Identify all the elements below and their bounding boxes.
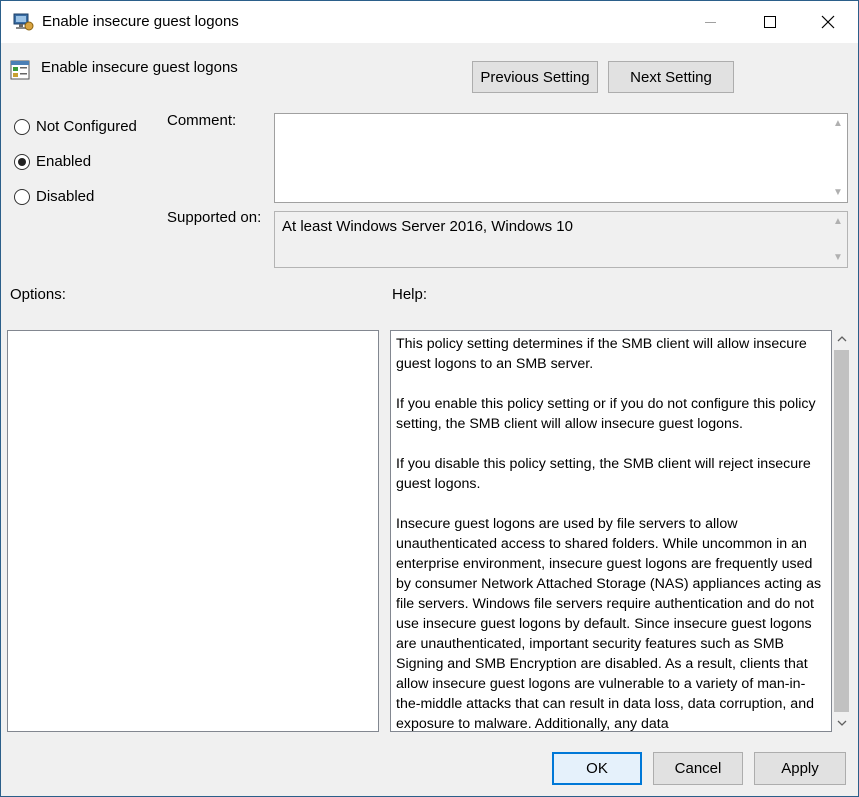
supported-on-value: At least Windows Server 2016, Windows 10 (282, 218, 573, 235)
scroll-down-button[interactable] (832, 714, 851, 732)
close-icon (821, 15, 835, 29)
maximize-button[interactable] (741, 1, 799, 43)
radio-enabled[interactable]: Enabled (14, 153, 91, 170)
scroll-thumb[interactable] (834, 350, 849, 712)
apply-button[interactable]: Apply (754, 752, 846, 785)
comment-label: Comment: (167, 112, 237, 129)
help-scrollbar[interactable] (832, 330, 851, 732)
cancel-button[interactable]: Cancel (653, 752, 743, 785)
scroll-up-icon[interactable]: ▲ (833, 118, 843, 129)
chevron-down-icon (837, 720, 846, 726)
help-label: Help: (392, 286, 428, 303)
scroll-down-icon[interactable]: ▼ (833, 252, 843, 263)
supported-scrollbar[interactable]: ▲ ▼ (829, 212, 847, 267)
radio-label: Enabled (36, 153, 92, 170)
minimize-icon (704, 21, 716, 23)
comment-textarea[interactable]: ▲ ▼ (274, 113, 848, 203)
chevron-up-icon (837, 336, 846, 342)
next-setting-button[interactable]: Next Setting (608, 61, 734, 93)
policy-dialog: Enable insecure guest logons Enable inse… (0, 0, 859, 797)
help-paragraph: Insecure guest logons are used by file s… (396, 516, 822, 732)
help-paragraph: This policy setting determines if the SM… (396, 336, 807, 372)
help-paragraph: If you enable this policy setting or if … (396, 396, 816, 432)
minimize-button[interactable] (681, 1, 739, 43)
supported-on-box: At least Windows Server 2016, Windows 10… (274, 211, 848, 268)
policy-app-icon (13, 13, 34, 31)
radio-label: Not Configured (36, 118, 137, 135)
scroll-up-icon[interactable]: ▲ (833, 216, 843, 227)
scroll-down-icon[interactable]: ▼ (833, 187, 843, 198)
previous-setting-button[interactable]: Previous Setting (472, 61, 598, 93)
help-paragraph: If you disable this policy setting, the … (396, 456, 811, 492)
options-label: Options: (10, 286, 66, 303)
radio-circle[interactable] (14, 118, 30, 135)
radio-selected-dot (18, 157, 26, 166)
help-panel[interactable]: This policy setting determines if the SM… (390, 330, 832, 732)
radio-not-configured[interactable]: Not Configured (14, 118, 137, 135)
setting-icon (10, 60, 30, 80)
help-text: This policy setting determines if the SM… (396, 334, 826, 732)
options-panel (7, 330, 379, 732)
scroll-up-button[interactable] (832, 330, 851, 348)
radio-circle-selected[interactable] (14, 153, 30, 170)
comment-scrollbar[interactable]: ▲ ▼ (829, 114, 847, 202)
window-title: Enable insecure guest logons (42, 13, 239, 30)
radio-circle[interactable] (14, 188, 30, 205)
ok-button[interactable]: OK (552, 752, 642, 785)
supported-on-label: Supported on: (167, 209, 262, 226)
title-bar[interactable]: Enable insecure guest logons (1, 1, 858, 43)
radio-disabled[interactable]: Disabled (14, 188, 94, 205)
maximize-icon (764, 16, 776, 28)
setting-title: Enable insecure guest logons (41, 59, 238, 76)
close-button[interactable] (799, 1, 857, 43)
radio-label: Disabled (36, 188, 95, 205)
